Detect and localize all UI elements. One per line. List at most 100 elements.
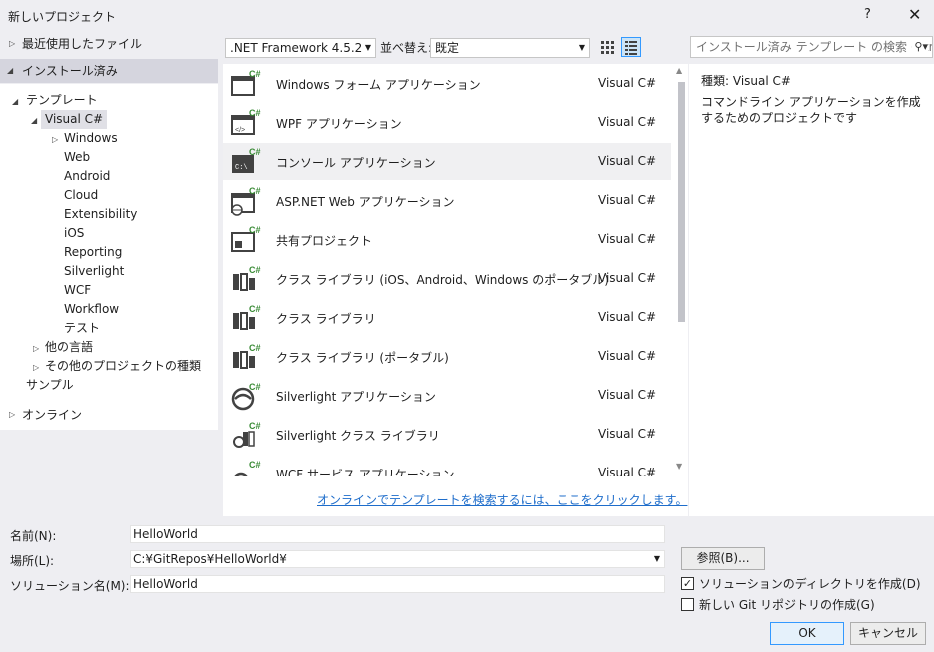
- help-button[interactable]: ?: [864, 7, 871, 22]
- template-description-text: コマンドライン アプリケーションを作成するためのプロジェクトです: [701, 95, 921, 125]
- template-row[interactable]: C# Silverlight アプリケーション Visual C#: [223, 377, 671, 414]
- nav-installed[interactable]: ◢ インストール済み: [0, 59, 218, 83]
- tree-item-reporting[interactable]: Reporting: [64, 243, 122, 262]
- cancel-button[interactable]: キャンセル: [850, 622, 926, 645]
- template-row-selected[interactable]: C:\ C# コンソール アプリケーション Visual C#: [223, 143, 671, 180]
- location-label: 場所(L):: [10, 554, 55, 568]
- expand-icon[interactable]: ▷: [33, 344, 39, 353]
- template-search-input[interactable]: インストール済み テンプレート の検索 (Ctrl+E ⚲▾: [690, 36, 933, 58]
- expand-icon[interactable]: ▷: [52, 135, 58, 144]
- browse-button[interactable]: 参照(B)...: [681, 547, 765, 570]
- nav-recent[interactable]: ▷ 最近使用したファイル: [0, 32, 218, 56]
- tree-item-samples[interactable]: サンプル: [26, 376, 74, 395]
- template-language: Visual C#: [598, 193, 657, 207]
- collapse-icon[interactable]: ◢: [7, 59, 13, 83]
- framework-dropdown[interactable]: .NET Framework 4.5.2 ▼: [225, 38, 376, 58]
- sort-dropdown[interactable]: 既定 ▼: [430, 38, 590, 58]
- solution-name-label: ソリューション名(M):: [10, 579, 130, 593]
- template-row[interactable]: C# WCF サービス アプリケーション Visual C#: [223, 455, 671, 476]
- checkbox-checked-icon[interactable]: ✓: [681, 577, 694, 590]
- create-git-repo-label: 新しい Git リポジトリの作成(G): [699, 598, 875, 612]
- expand-icon[interactable]: ▷: [33, 363, 39, 372]
- template-row[interactable]: C# クラス ライブラリ (iOS、Android、Windows のポータブル…: [223, 260, 671, 297]
- svg-text:C#: C#: [249, 421, 261, 431]
- create-directory-label: ソリューションのディレクトリを作成(D): [699, 577, 921, 591]
- tree-item-other-languages[interactable]: 他の言語: [45, 338, 93, 357]
- template-name: WCF サービス アプリケーション: [276, 468, 455, 476]
- collapse-icon[interactable]: ◢: [31, 116, 37, 125]
- project-name-value: HelloWorld: [133, 527, 198, 541]
- svg-text:C#: C#: [249, 186, 261, 196]
- tree-item-extensibility[interactable]: Extensibility: [64, 205, 137, 224]
- svg-text:C#: C#: [249, 460, 261, 470]
- list-view-icon[interactable]: [621, 37, 641, 57]
- nav-installed-label: インストール済み: [22, 64, 118, 78]
- tree-item-web[interactable]: Web: [64, 148, 90, 167]
- tree-item-templates[interactable]: テンプレート: [26, 91, 98, 110]
- svg-text:C#: C#: [249, 69, 261, 79]
- svg-text:</>: </>: [235, 127, 245, 134]
- dialog-title: 新しいプロジェクト: [8, 10, 117, 24]
- category-panel: ▷ 最近使用したファイル ◢ インストール済み ◢ テンプレート ◢ Visua…: [0, 30, 218, 516]
- tree-item-ios[interactable]: iOS: [64, 224, 84, 243]
- online-search-link[interactable]: オンラインでテンプレートを検索するには、ここをクリックします。: [317, 491, 687, 508]
- class-library-icon: C#: [233, 304, 261, 330]
- ok-button[interactable]: OK: [770, 622, 844, 645]
- tree-item-visual-csharp[interactable]: Visual C#: [41, 110, 108, 129]
- svg-text:C#: C#: [249, 304, 261, 314]
- silverlight-library-icon: C#: [233, 421, 261, 448]
- location-field[interactable]: C:¥GitRepos¥HelloWorld¥ ▼: [130, 550, 665, 568]
- template-list: C# Windows フォーム アプリケーション Visual C# </> C…: [223, 64, 688, 516]
- svg-text:C#: C#: [249, 343, 261, 353]
- create-directory-checkbox[interactable]: ✓ ソリューションのディレクトリを作成(D): [681, 575, 921, 592]
- template-toolbar: .NET Framework 4.5.2 ▼ 並べ替え: 既定 ▼ インストール…: [225, 36, 934, 60]
- svg-text:C#: C#: [249, 108, 261, 118]
- tree-item-other-project-types[interactable]: その他のプロジェクトの種類: [45, 357, 201, 376]
- nav-recent-label: 最近使用したファイル: [22, 37, 143, 51]
- template-row[interactable]: C# Silverlight クラス ライブラリ Visual C#: [223, 416, 671, 453]
- template-row[interactable]: C# 共有プロジェクト Visual C#: [223, 221, 671, 258]
- tree-item-silverlight[interactable]: Silverlight: [64, 262, 124, 281]
- framework-value: .NET Framework 4.5.2: [230, 41, 363, 55]
- expand-icon[interactable]: ▷: [9, 32, 15, 56]
- shared-project-icon: C#: [231, 225, 261, 252]
- template-name: Windows フォーム アプリケーション: [276, 78, 481, 92]
- collapse-icon[interactable]: ◢: [12, 97, 18, 106]
- tree-item-cloud[interactable]: Cloud: [64, 186, 98, 205]
- template-name: コンソール アプリケーション: [276, 156, 436, 170]
- tree-item-test[interactable]: テスト: [64, 319, 100, 338]
- web-icon: C#: [231, 186, 261, 216]
- sort-value: 既定: [435, 41, 460, 55]
- class-library-portable-icon: C#: [233, 343, 261, 369]
- solution-name-field[interactable]: HelloWorld: [130, 575, 665, 593]
- scroll-up-icon[interactable]: ▲: [676, 66, 682, 75]
- template-row[interactable]: C# Windows フォーム アプリケーション Visual C#: [223, 65, 671, 102]
- expand-icon[interactable]: ▷: [9, 403, 15, 427]
- close-icon[interactable]: ✕: [908, 5, 921, 24]
- search-icon[interactable]: ⚲▾: [912, 37, 928, 57]
- template-name: Silverlight アプリケーション: [276, 390, 436, 404]
- solution-name-value: HelloWorld: [133, 577, 198, 591]
- template-list-scrollbar[interactable]: ▲ ▼: [674, 64, 688, 476]
- tree-item-windows[interactable]: Windows: [64, 129, 118, 148]
- template-language: Visual C#: [598, 427, 657, 441]
- chevron-down-icon[interactable]: ▼: [654, 551, 660, 567]
- template-row[interactable]: C# ASP.NET Web アプリケーション Visual C#: [223, 182, 671, 219]
- wpf-icon: </> C#: [231, 108, 261, 135]
- template-row[interactable]: C# クラス ライブラリ Visual C#: [223, 299, 671, 336]
- template-language: Visual C#: [598, 388, 657, 402]
- tree-item-workflow[interactable]: Workflow: [64, 300, 119, 319]
- grid-view-icon[interactable]: [597, 37, 617, 57]
- console-icon: C:\ C#: [232, 147, 261, 173]
- scrollbar-thumb[interactable]: [678, 82, 685, 322]
- template-row[interactable]: C# クラス ライブラリ (ポータブル) Visual C#: [223, 338, 671, 375]
- project-name-field[interactable]: HelloWorld: [130, 525, 665, 543]
- tree-item-wcf[interactable]: WCF: [64, 281, 91, 300]
- tree-item-android[interactable]: Android: [64, 167, 110, 186]
- scroll-down-icon[interactable]: ▼: [676, 462, 682, 471]
- nav-online[interactable]: ▷ オンライン: [0, 403, 218, 427]
- checkbox-unchecked-icon[interactable]: [681, 598, 694, 611]
- nav-online-label: オンライン: [22, 408, 83, 422]
- create-git-repo-checkbox[interactable]: 新しい Git リポジトリの作成(G): [681, 596, 875, 613]
- template-row[interactable]: </> C# WPF アプリケーション Visual C#: [223, 104, 671, 141]
